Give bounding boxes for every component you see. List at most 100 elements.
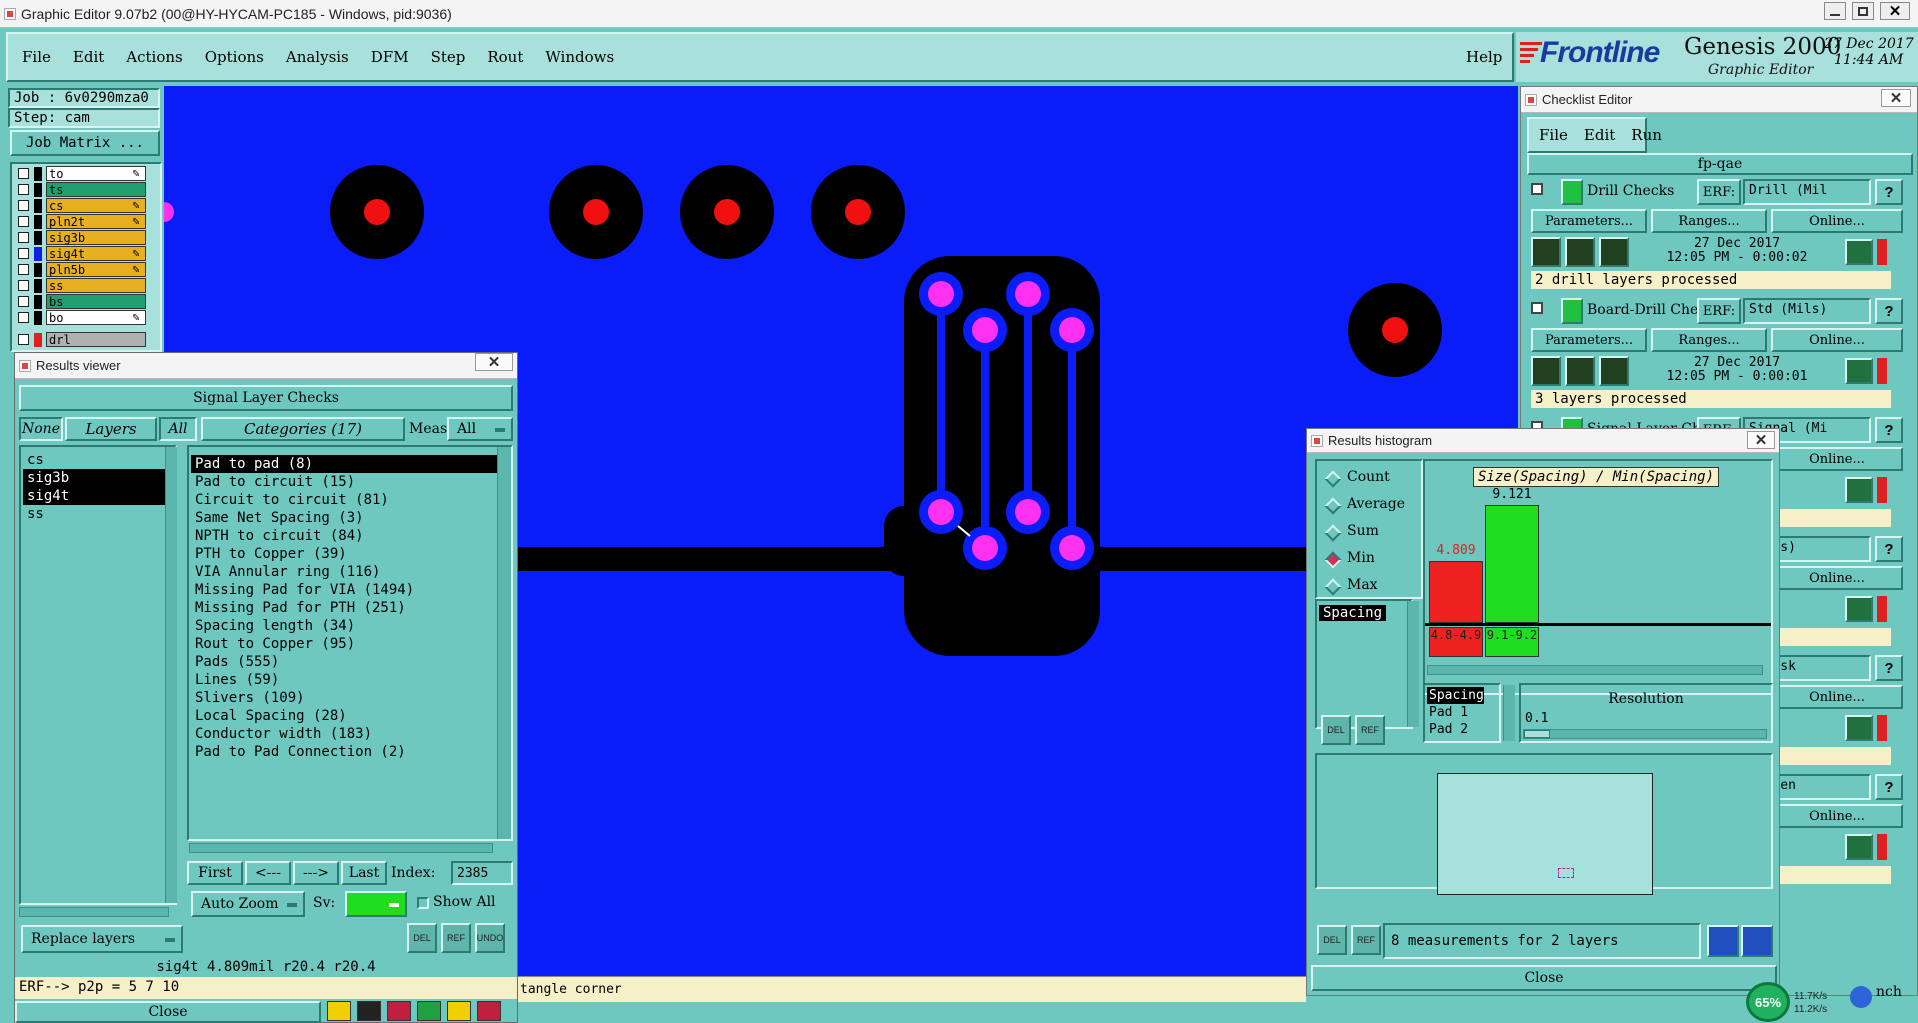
layer-checkbox[interactable] [18,280,29,291]
index-input[interactable]: 2385 [451,861,513,885]
erf-value[interactable]: Drill (Mil [1743,179,1871,205]
category-item[interactable]: Pads (555) [191,653,497,671]
minimize-button[interactable] [1824,2,1846,20]
layer-checkbox[interactable] [18,216,29,227]
prev-button[interactable]: <--- [245,861,291,885]
hist-ref-button-2[interactable]: REF [1351,925,1381,955]
layer-row[interactable]: to ✎ [14,166,160,182]
tool-icon[interactable] [447,1001,471,1021]
gear-icon[interactable] [1850,986,1872,1008]
layer-checkbox[interactable] [18,312,29,323]
chart-hscroll[interactable] [1427,665,1763,675]
online-button[interactable]: Online... [1771,209,1903,233]
checklist-menu-file[interactable]: File [1539,126,1568,144]
menu-analysis[interactable]: Analysis [286,48,349,66]
attr-scrollbar[interactable] [1503,685,1515,741]
del-icon-button[interactable]: DEL [407,923,437,953]
replace-layers-dropdown[interactable]: Replace layers [21,925,183,953]
online-button[interactable]: Online... [1771,685,1903,709]
category-item[interactable]: PTH to Copper (39) [191,545,497,563]
results-layer-item[interactable]: sig3b [23,469,165,487]
ranges-button[interactable]: Ranges... [1651,209,1767,233]
online-button[interactable]: Online... [1771,804,1903,828]
histogram-bar[interactable] [1429,561,1483,623]
category-item[interactable]: Pad to Pad Connection (2) [191,743,497,761]
tool-icon[interactable] [327,1001,351,1021]
run-all-icon[interactable] [1565,356,1595,386]
layer-checkbox[interactable] [18,248,29,259]
help-button[interactable]: ? [1875,655,1903,681]
hist-del-button[interactable]: DEL [1321,715,1351,745]
attr-item[interactable]: Pad 2 [1427,721,1484,738]
checklist-menu-run[interactable]: Run [1631,126,1662,144]
layers-all-button[interactable]: All [159,417,197,441]
layer-name[interactable]: ts [46,182,146,197]
layer-list-scrollbar[interactable] [165,447,177,903]
check-enable-checkbox[interactable] [1531,183,1543,195]
category-item[interactable]: Slivers (109) [191,689,497,707]
results-layer-list[interactable]: cs sig3b sig4t ss [19,445,177,905]
category-list-scrollbar[interactable] [497,447,511,839]
erf-button[interactable]: ERF: [1697,298,1741,324]
check-run-icon[interactable] [1561,298,1583,324]
category-item[interactable]: Pad to circuit (15) [191,473,497,491]
menu-options[interactable]: Options [205,48,264,66]
parameters-button[interactable]: Parameters... [1531,328,1647,352]
layer-name[interactable]: sig3b [46,230,146,245]
job-matrix-button[interactable]: Job Matrix ... [10,130,160,156]
run-all-icon[interactable] [1565,237,1595,267]
zoom-icon-button[interactable] [1707,925,1739,957]
parameters-button[interactable]: Parameters... [1531,209,1647,233]
layers-button[interactable]: Layers [65,417,157,441]
help-button[interactable]: ? [1875,417,1903,443]
zoom-results-icon[interactable] [1845,477,1873,503]
category-item[interactable]: Rout to Copper (95) [191,635,497,653]
undo-icon-button[interactable]: UNDO [475,923,505,953]
tool-icon[interactable] [417,1001,441,1021]
category-item[interactable]: NPTH to circuit (84) [191,527,497,545]
layer-row[interactable]: cs ✎ [14,198,160,214]
zoom-results-icon[interactable] [1845,358,1873,384]
menu-dfm[interactable]: DFM [371,48,409,66]
layer-row[interactable]: pln5b ✎ [14,262,160,278]
menu-edit[interactable]: Edit [73,48,104,66]
hist-del-button-2[interactable]: DEL [1317,925,1347,955]
layer-checkbox[interactable] [18,334,29,345]
check-enable-checkbox[interactable] [1531,302,1543,314]
show-all-checkbox[interactable] [417,897,429,909]
checklist-menu-edit[interactable]: Edit [1584,126,1615,144]
ranges-button[interactable]: Ranges... [1651,328,1767,352]
category-item[interactable]: Missing Pad for PTH (251) [191,599,497,617]
mode-option[interactable]: Sum [1323,521,1419,548]
attr-item[interactable]: Pad 1 [1427,704,1484,721]
layer-row[interactable]: ss [14,278,160,294]
maximize-button[interactable] [1852,2,1874,20]
results-layer-item[interactable]: sig4t [23,487,165,505]
layer-checkbox[interactable] [18,232,29,243]
resolution-slider[interactable] [1523,729,1767,739]
results-close-button[interactable]: Close [15,1001,321,1023]
check-run-icon[interactable] [1561,179,1583,205]
tool-icon[interactable] [357,1001,381,1021]
radio-icon[interactable] [1324,551,1342,569]
category-item[interactable]: Lines (59) [191,671,497,689]
layer-checkbox[interactable] [18,296,29,307]
ref-icon-button[interactable]: REF [441,923,471,953]
run-icon[interactable] [1531,356,1561,386]
histogram-list[interactable]: Spacing [1315,599,1413,729]
attr-list[interactable]: Spacing Pad 1 Pad 2 [1423,683,1501,743]
sv-color-dropdown[interactable] [345,891,407,917]
online-button[interactable]: Online... [1771,566,1903,590]
layer-row[interactable]: bo ✎ [14,310,160,326]
category-item[interactable]: Circuit to circuit (81) [191,491,497,509]
results-layer-item[interactable]: cs [23,451,165,469]
layer-row[interactable]: ts [14,182,160,198]
mode-option[interactable]: Min [1323,548,1419,575]
category-list[interactable]: Pad to pad (8) Pad to circuit (15) Circuit… [187,445,513,841]
zoom-results-icon[interactable] [1845,596,1873,622]
layer-name[interactable]: cs [46,198,146,213]
zoom-results-icon[interactable] [1845,715,1873,741]
menu-file[interactable]: File [22,48,51,66]
radio-icon[interactable] [1324,497,1342,515]
erf-value[interactable]: Std (Mils) [1743,298,1871,324]
